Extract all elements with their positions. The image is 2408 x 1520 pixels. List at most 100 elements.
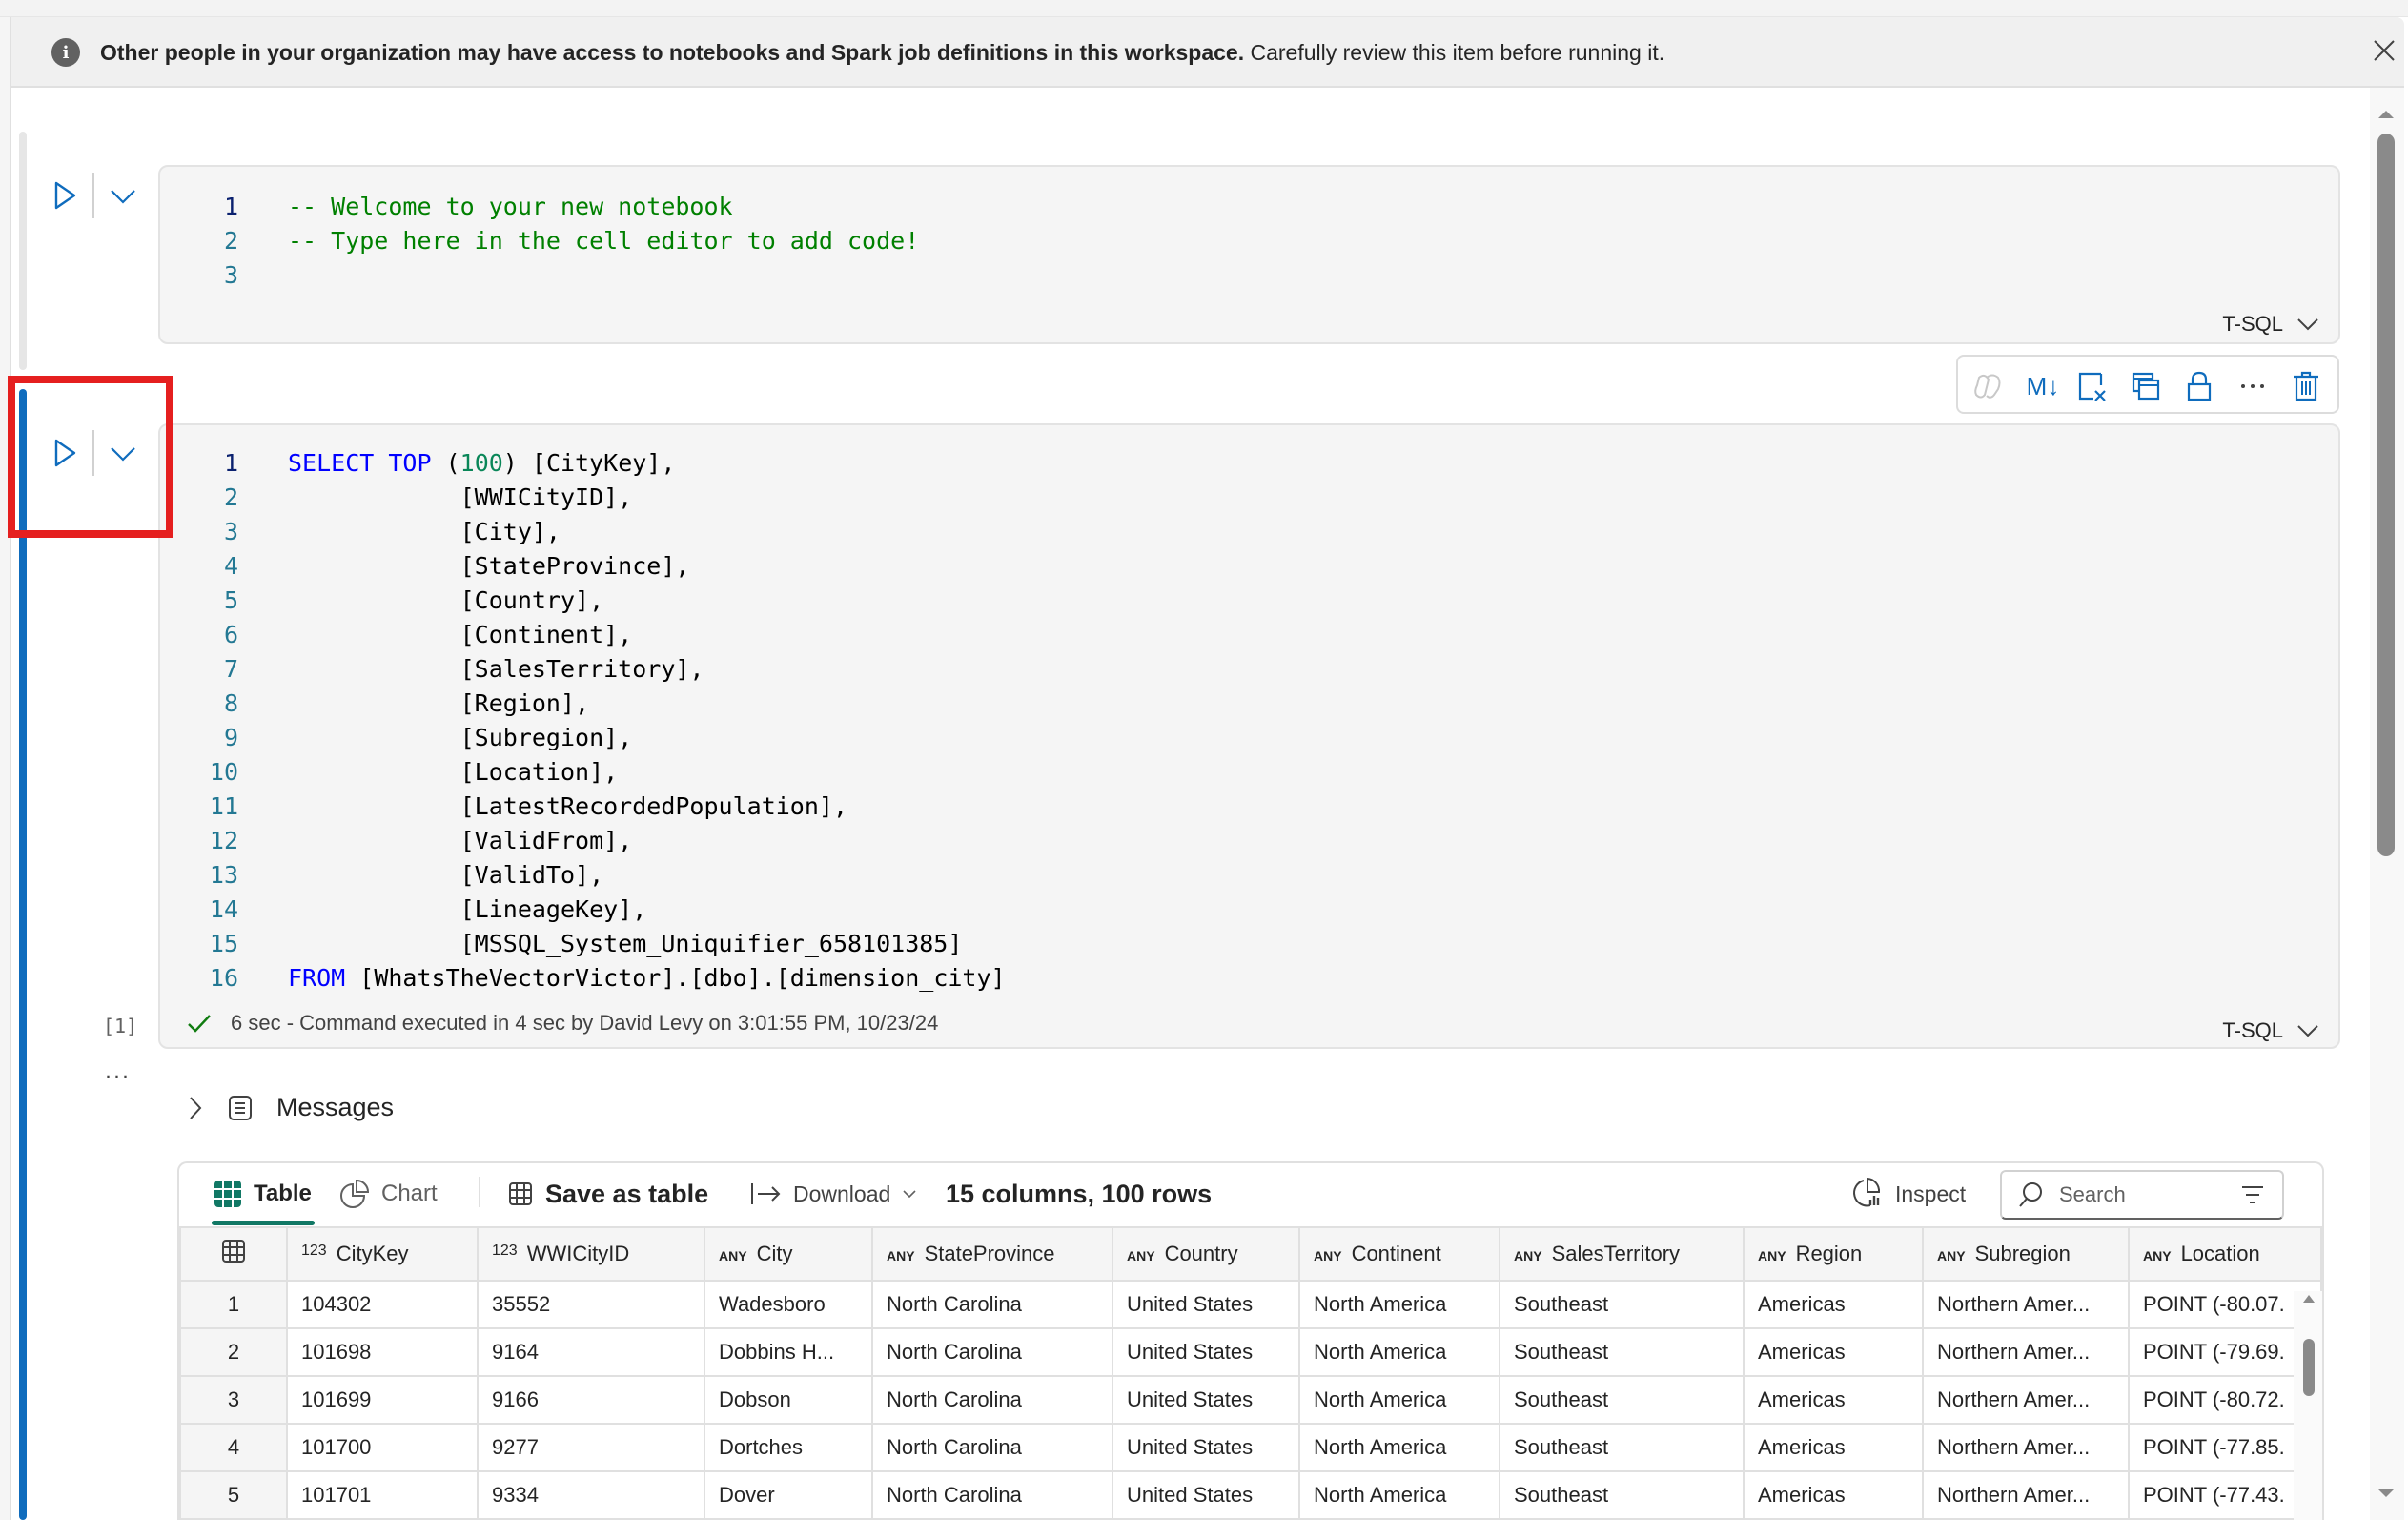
scrollbar-thumb[interactable] (2377, 134, 2395, 856)
table-cell[interactable]: Southeast (1499, 1423, 1745, 1472)
column-header[interactable]: ANY Country (1112, 1226, 1300, 1282)
grid-icon (509, 1182, 532, 1205)
table-cell[interactable]: Dobson (704, 1375, 873, 1425)
cell-2-editor[interactable]: 1 SELECT TOP (100) [CityKey], 2 [WWICityID… (158, 423, 2340, 1049)
page-scrollbar[interactable] (2370, 88, 2404, 1520)
save-as-table-button[interactable]: Save as table (507, 1175, 708, 1213)
table-cell[interactable]: United States (1112, 1375, 1300, 1425)
grid-scrollbar[interactable] (2294, 1291, 2322, 1520)
tab-table[interactable]: Table (214, 1175, 312, 1213)
table-cell[interactable]: United States (1112, 1470, 1300, 1520)
table-cell[interactable]: POINT (-77.43. (2128, 1470, 2322, 1520)
table-cell[interactable]: Northern Amer... (1922, 1327, 2130, 1377)
output-more-icon[interactable]: ··· (105, 1066, 131, 1090)
table-cell[interactable]: Northern Amer... (1922, 1423, 2130, 1472)
search-field[interactable] (2000, 1170, 2284, 1220)
table-row[interactable]: 2 101698 9164 Dobbins H... North Carolina Uni… (179, 1327, 2322, 1377)
column-header[interactable]: 123 CityKey (286, 1226, 479, 1282)
table-cell[interactable]: North America (1298, 1375, 1500, 1425)
table-cell[interactable]: 101699 (286, 1375, 479, 1425)
table-cell[interactable]: North Carolina (871, 1280, 1113, 1329)
table-cell[interactable]: Americas (1743, 1280, 1924, 1329)
table-cell[interactable]: Southeast (1499, 1327, 1745, 1377)
row-index[interactable]: 2 (179, 1327, 288, 1377)
table-cell[interactable]: 9334 (477, 1470, 705, 1520)
table-cell[interactable]: Americas (1743, 1327, 1924, 1377)
tab-chart[interactable]: Chart (339, 1175, 438, 1213)
table-cell[interactable]: Northern Amer... (1922, 1280, 2130, 1329)
table-cell[interactable]: North America (1298, 1280, 1500, 1329)
column-header[interactable]: ANY SalesTerritory (1499, 1226, 1745, 1282)
table-cell[interactable]: North Carolina (871, 1470, 1113, 1520)
copilot-button[interactable] (1969, 368, 2006, 404)
column-header[interactable]: ANY StateProvince (871, 1226, 1113, 1282)
table-cell[interactable]: 9166 (477, 1375, 705, 1425)
table-cell[interactable]: United States (1112, 1423, 1300, 1472)
table-cell[interactable]: 101698 (286, 1327, 479, 1377)
table-cell[interactable]: Northern Amer... (1922, 1375, 2130, 1425)
table-cell[interactable]: Northern Amer... (1922, 1470, 2130, 1520)
table-cell[interactable]: North America (1298, 1327, 1500, 1377)
table-cell[interactable]: Dobbins H... (704, 1327, 873, 1377)
table-cell[interactable]: 35552 (477, 1280, 705, 1329)
table-cell[interactable]: 9164 (477, 1327, 705, 1377)
lock-cell-button[interactable] (2181, 368, 2217, 404)
delete-cell-button[interactable] (2288, 368, 2324, 404)
column-header[interactable]: 123 WWICityID (477, 1226, 705, 1282)
messages-toggle[interactable]: Messages (187, 1093, 394, 1122)
language-selector[interactable]: T-SQL (2222, 312, 2319, 337)
more-options-button[interactable] (2235, 368, 2271, 404)
language-selector[interactable]: T-SQL (2222, 1018, 2319, 1043)
table-cell[interactable]: United States (1112, 1327, 1300, 1377)
column-header[interactable]: ANY Subregion (1922, 1226, 2130, 1282)
column-header[interactable]: ANY Location (2128, 1226, 2322, 1282)
download-button[interactable]: Download (749, 1175, 917, 1213)
table-cell[interactable]: United States (1112, 1280, 1300, 1329)
table-cell[interactable]: North Carolina (871, 1423, 1113, 1472)
run-cell-1-button[interactable] (51, 179, 80, 212)
table-cell[interactable]: Dortches (704, 1423, 873, 1472)
table-cell[interactable]: North Carolina (871, 1375, 1113, 1425)
scroll-down-icon[interactable] (2370, 1484, 2404, 1505)
inspect-button[interactable]: Inspect (1851, 1175, 1966, 1213)
column-header[interactable]: ANY City (704, 1226, 873, 1282)
search-input[interactable] (2059, 1182, 2221, 1207)
row-index[interactable]: 5 (179, 1470, 288, 1520)
column-header[interactable]: ANY Continent (1298, 1226, 1500, 1282)
table-cell[interactable]: Southeast (1499, 1375, 1745, 1425)
table-cell[interactable]: Americas (1743, 1375, 1924, 1425)
row-index[interactable]: 4 (179, 1423, 288, 1472)
row-index[interactable]: 1 (179, 1280, 288, 1329)
markdown-toggle-button[interactable]: M↓ (2021, 368, 2065, 404)
any-type-icon: ANY (1127, 1248, 1155, 1263)
table-cell[interactable]: Dover (704, 1470, 873, 1520)
table-cell[interactable]: North America (1298, 1470, 1500, 1520)
table-row[interactable]: 4 101700 9277 Dortches North Carolina United … (179, 1423, 2322, 1472)
select-all-header[interactable] (179, 1226, 288, 1282)
table-cell[interactable]: POINT (-77.85. (2128, 1423, 2322, 1472)
table-cell[interactable]: Wadesboro (704, 1280, 873, 1329)
table-row[interactable]: 1 104302 35552 Wadesboro North Carolina Unite… (179, 1280, 2322, 1329)
table-cell[interactable]: 9277 (477, 1423, 705, 1472)
row-index[interactable]: 3 (179, 1375, 288, 1425)
table-cell[interactable]: 101700 (286, 1423, 479, 1472)
table-cell[interactable]: POINT (-79.69. (2128, 1327, 2322, 1377)
table-cell[interactable]: Southeast (1499, 1470, 1745, 1520)
clear-output-button[interactable] (2074, 368, 2111, 404)
table-cell[interactable]: POINT (-80.72. (2128, 1375, 2322, 1425)
table-row[interactable]: 5 101701 9334 Dover North Carolina United Sta… (179, 1470, 2322, 1520)
table-cell[interactable]: Americas (1743, 1470, 1924, 1520)
table-cell[interactable]: 104302 (286, 1280, 479, 1329)
table-cell[interactable]: Americas (1743, 1423, 1924, 1472)
duplicate-cell-button[interactable] (2128, 368, 2164, 404)
table-cell[interactable]: North America (1298, 1423, 1500, 1472)
close-icon[interactable] (2372, 38, 2397, 63)
run-options-1-chevron[interactable] (109, 186, 137, 207)
table-cell[interactable]: 101701 (286, 1470, 479, 1520)
table-cell[interactable]: Southeast (1499, 1280, 1745, 1329)
table-cell[interactable]: North Carolina (871, 1327, 1113, 1377)
column-header[interactable]: ANY Region (1743, 1226, 1924, 1282)
table-row[interactable]: 3 101699 9166 Dobson North Carolina United St… (179, 1375, 2322, 1425)
cell-1-editor[interactable]: 1 -- Welcome to your new notebook 2 -- Type… (158, 165, 2340, 344)
table-cell[interactable]: POINT (-80.07. (2128, 1280, 2322, 1329)
